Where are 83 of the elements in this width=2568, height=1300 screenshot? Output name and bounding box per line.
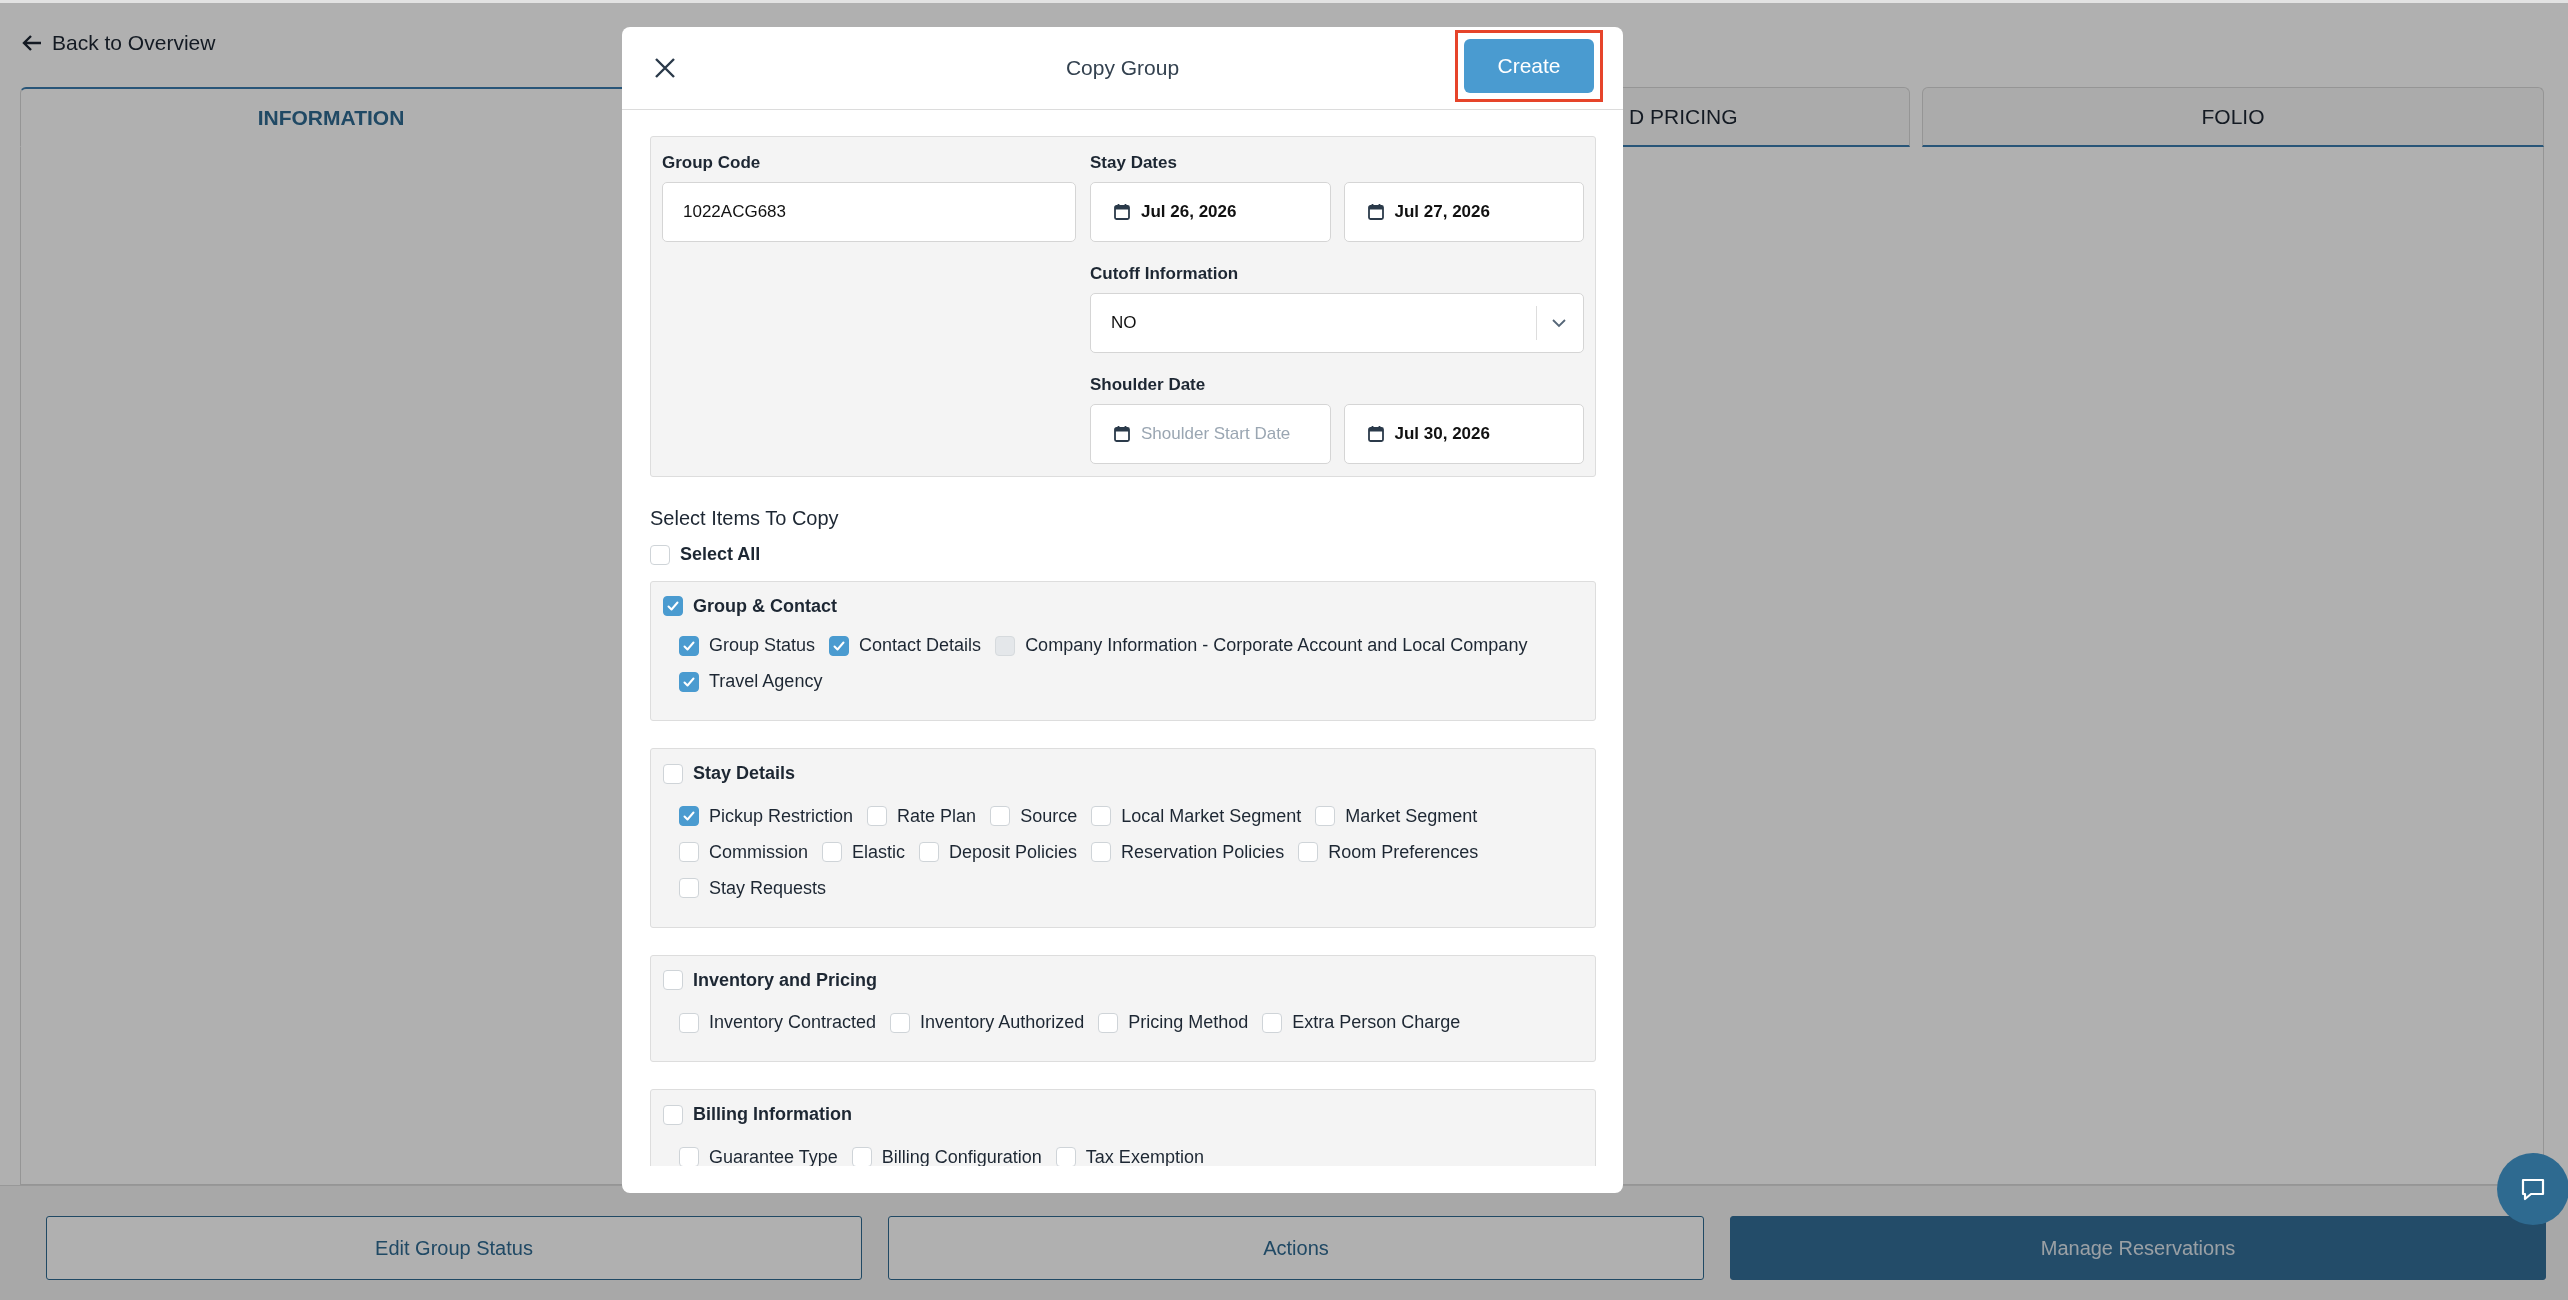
checkmark-icon bbox=[682, 638, 696, 653]
cutoff-select[interactable]: NO bbox=[1090, 293, 1584, 353]
close-icon bbox=[654, 57, 676, 79]
checkbox[interactable] bbox=[679, 806, 699, 826]
checkbox[interactable] bbox=[867, 806, 888, 826]
calendar-icon bbox=[1113, 203, 1131, 221]
checkbox[interactable] bbox=[829, 635, 850, 656]
date-field[interactable]: Jul 30, 2026 bbox=[1343, 404, 1584, 464]
item-checkbox[interactable]: Room Preferences bbox=[1298, 841, 1479, 863]
item-checkbox[interactable]: Commission bbox=[679, 841, 809, 863]
checkbox[interactable] bbox=[679, 842, 699, 862]
checkbox[interactable] bbox=[1098, 1012, 1119, 1033]
checkbox[interactable] bbox=[679, 1012, 699, 1033]
section-checkbox[interactable]: Stay Details bbox=[663, 763, 796, 784]
item-checkbox[interactable]: Stay Requests bbox=[679, 877, 827, 899]
checkbox[interactable] bbox=[1315, 806, 1336, 826]
date-field[interactable]: Jul 26, 2026 bbox=[1090, 182, 1331, 242]
dialog-title: Copy Group bbox=[1065, 56, 1180, 80]
item-checkbox[interactable]: Source bbox=[990, 805, 1078, 827]
date-value: Jul 26, 2026 bbox=[1141, 202, 1237, 222]
item-checkbox[interactable]: Pickup Restriction bbox=[679, 805, 854, 827]
checkmark-icon bbox=[682, 674, 696, 689]
item-checkbox[interactable]: Group Status bbox=[679, 635, 816, 656]
checkbox[interactable] bbox=[679, 878, 699, 898]
item-checkbox[interactable]: Tax Exemption bbox=[1055, 1146, 1204, 1166]
checkbox[interactable] bbox=[679, 1147, 699, 1166]
checkbox[interactable] bbox=[1055, 1147, 1076, 1166]
checkbox[interactable] bbox=[822, 842, 843, 862]
checkmark-icon bbox=[682, 809, 696, 823]
checkbox[interactable] bbox=[1298, 842, 1319, 862]
checkbox[interactable] bbox=[919, 842, 940, 862]
item-checkbox[interactable]: Guarantee Type bbox=[679, 1146, 838, 1166]
checkbox[interactable] bbox=[851, 1147, 872, 1166]
field-label: Cutoff Information bbox=[1090, 264, 1240, 284]
item-checkbox[interactable]: Travel Agency bbox=[679, 671, 823, 692]
action-button[interactable]: Actions bbox=[888, 1216, 1704, 1280]
item-checkbox[interactable]: Inventory Authorized bbox=[890, 1012, 1085, 1033]
section-checkbox[interactable]: Group & Contact bbox=[663, 595, 837, 617]
select-all-checkbox[interactable]: Select All bbox=[650, 544, 761, 565]
group-code-input[interactable]: 1022ACG683 bbox=[662, 182, 1076, 242]
field-label: Shoulder Date bbox=[1090, 375, 1207, 395]
field-label: Group Code bbox=[662, 153, 762, 173]
back-arrow-icon bbox=[22, 34, 42, 52]
date-value: Jul 30, 2026 bbox=[1394, 424, 1490, 444]
item-checkbox[interactable]: Elastic bbox=[822, 841, 906, 863]
checkbox[interactable] bbox=[1091, 842, 1112, 862]
checkbox[interactable] bbox=[663, 1104, 683, 1125]
date-field[interactable]: Jul 27, 2026 bbox=[1343, 182, 1584, 242]
action-button[interactable]: Edit Group Status bbox=[46, 1216, 862, 1280]
item-checkbox[interactable]: Market Segment bbox=[1315, 805, 1478, 827]
item-checkbox[interactable]: Local Market Segment bbox=[1091, 805, 1302, 827]
item-checkbox[interactable]: Reservation Policies bbox=[1091, 841, 1285, 863]
section-heading: Select Items To Copy bbox=[650, 507, 840, 530]
calendar-icon bbox=[1366, 425, 1385, 443]
date-value: Jul 27, 2026 bbox=[1394, 202, 1490, 222]
checkbox[interactable] bbox=[1091, 806, 1112, 826]
checkbox[interactable] bbox=[679, 635, 699, 656]
back-link[interactable]: Back to Overview bbox=[22, 31, 216, 55]
section-checkbox[interactable]: Billing Information bbox=[663, 1104, 852, 1125]
field-label: Stay Dates bbox=[1090, 153, 1178, 173]
checkbox[interactable] bbox=[890, 1012, 911, 1033]
item-checkbox[interactable]: Contact Details bbox=[829, 635, 982, 656]
checkbox[interactable] bbox=[663, 970, 683, 990]
item-checkbox[interactable]: Billing Configuration bbox=[851, 1146, 1042, 1166]
date-placeholder: Shoulder Start Date bbox=[1141, 424, 1291, 444]
checkbox[interactable] bbox=[1262, 1012, 1283, 1033]
checkmark-icon bbox=[832, 638, 847, 653]
item-checkbox[interactable]: Pricing Method bbox=[1098, 1012, 1249, 1033]
item-checkbox[interactable]: Deposit Policies bbox=[919, 841, 1078, 863]
chevron-down-icon bbox=[1551, 318, 1567, 328]
checkbox[interactable] bbox=[679, 671, 699, 692]
item-checkbox[interactable]: Extra Person Charge bbox=[1262, 1012, 1461, 1033]
tab[interactable]: FOLIO bbox=[1922, 87, 2544, 147]
calendar-icon bbox=[1366, 203, 1385, 221]
checkbox[interactable] bbox=[990, 806, 1011, 826]
section-checkbox[interactable]: Inventory and Pricing bbox=[663, 969, 878, 991]
item-checkbox[interactable]: Inventory Contracted bbox=[679, 1012, 877, 1033]
checkmark-icon bbox=[666, 599, 680, 613]
calendar-icon bbox=[1113, 425, 1131, 443]
checkbox[interactable] bbox=[663, 596, 683, 616]
checkbox[interactable] bbox=[663, 763, 683, 784]
checkbox[interactable] bbox=[650, 544, 670, 565]
item-checkbox[interactable]: Rate Plan bbox=[867, 805, 977, 827]
